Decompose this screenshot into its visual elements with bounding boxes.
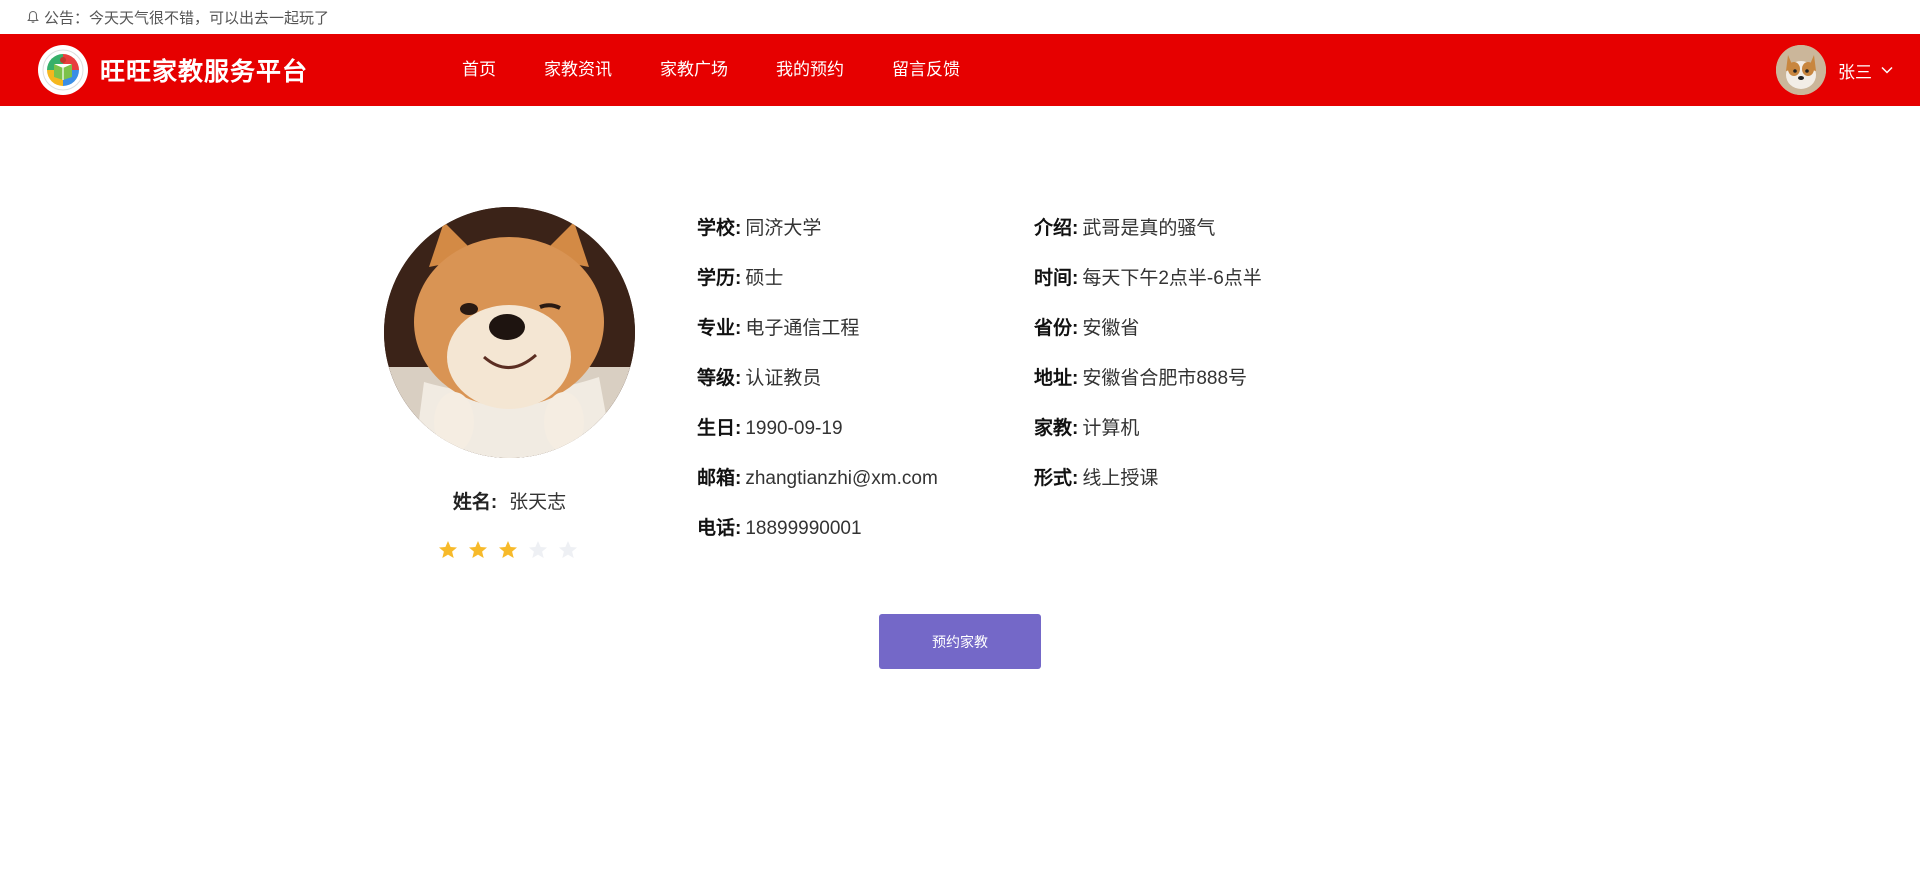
user-name: 张三 — [1838, 62, 1872, 82]
field-value: 武哥是真的骚气 — [1082, 218, 1216, 239]
nav-tutor-square[interactable]: 家教广场 — [636, 34, 752, 106]
tutor-name: 张天志 — [509, 492, 567, 513]
field-label: 地址: — [1034, 368, 1079, 389]
tutor-name-row: 姓名: 张天志 — [384, 487, 635, 514]
star-icon[interactable] — [493, 536, 523, 562]
field-value: 电子通信工程 — [745, 318, 860, 339]
avatar — [1776, 45, 1826, 95]
star-icon[interactable] — [433, 536, 463, 562]
info-birthday: 生日: 1990-09-19 — [697, 413, 938, 463]
field-label: 学历: — [697, 268, 742, 289]
field-value: 线上授课 — [1082, 468, 1159, 489]
field-value: 同济大学 — [745, 218, 822, 239]
info-column-right: 介绍: 武哥是真的骚气 时间: 每天下午2点半-6点半 省份: 安徽省 地址: 安徽省合… — [1034, 213, 1262, 513]
brand[interactable]: 旺旺家教服务平台 — [38, 45, 308, 95]
nav-home[interactable]: 首页 — [438, 34, 520, 106]
field-value: 认证教员 — [745, 368, 822, 389]
rating-stars — [433, 536, 583, 562]
field-label: 等级: — [697, 368, 742, 389]
tutor-photo — [384, 207, 635, 458]
field-value: 硕士 — [745, 268, 784, 289]
bell-icon — [26, 10, 40, 24]
star-icon[interactable] — [463, 536, 493, 562]
info-subject: 家教: 计算机 — [1034, 413, 1262, 463]
field-label: 学校: — [697, 218, 742, 239]
info-degree: 学历: 硕士 — [697, 263, 938, 313]
field-label: 生日: — [697, 418, 742, 439]
field-value: 计算机 — [1082, 418, 1140, 439]
name-label: 姓名: — [452, 492, 498, 513]
main-menu: 首页 家教资讯 家教广场 我的预约 留言反馈 — [438, 34, 984, 106]
info-column-left: 学校: 同济大学 学历: 硕士 专业: 电子通信工程 等级: 认证教员 生日: 1990-… — [697, 213, 938, 563]
field-label: 时间: — [1034, 268, 1079, 289]
info-address: 地址: 安徽省合肥市888号 — [1034, 363, 1262, 413]
info-province: 省份: 安徽省 — [1034, 313, 1262, 363]
field-value: zhangtianzhi@xm.com — [745, 468, 938, 489]
nav-tutor-news[interactable]: 家教资讯 — [520, 34, 636, 106]
nav-feedback[interactable]: 留言反馈 — [868, 34, 984, 106]
brand-name: 旺旺家教服务平台 — [100, 58, 309, 86]
notice-bar: 公告：今天天气很不错，可以出去一起玩了 — [0, 0, 1920, 34]
info-level: 等级: 认证教员 — [697, 363, 938, 413]
chevron-down-icon — [1880, 63, 1894, 77]
field-label: 形式: — [1034, 468, 1079, 489]
info-major: 专业: 电子通信工程 — [697, 313, 938, 363]
info-time: 时间: 每天下午2点半-6点半 — [1034, 263, 1262, 313]
star-icon[interactable] — [553, 536, 583, 562]
info-intro: 介绍: 武哥是真的骚气 — [1034, 213, 1262, 263]
star-icon[interactable] — [523, 536, 553, 562]
field-value: 每天下午2点半-6点半 — [1082, 268, 1262, 289]
info-school: 学校: 同济大学 — [697, 213, 938, 263]
top-navbar: 旺旺家教服务平台 首页 家教资讯 家教广场 我的预约 留言反馈 张三 — [0, 34, 1920, 106]
field-value: 安徽省合肥市888号 — [1082, 368, 1248, 389]
notice-text: 公告：今天天气很不错，可以出去一起玩了 — [44, 9, 330, 27]
field-label: 家教: — [1034, 418, 1079, 439]
info-mode: 形式: 线上授课 — [1034, 463, 1262, 513]
field-label: 邮箱: — [697, 468, 742, 489]
field-label: 电话: — [697, 518, 742, 539]
field-label: 省份: — [1034, 318, 1079, 339]
nav-my-bookings[interactable]: 我的预约 — [752, 34, 868, 106]
field-label: 介绍: — [1034, 218, 1079, 239]
user-menu[interactable]: 张三 — [1776, 45, 1894, 95]
book-tutor-button[interactable]: 预约家教 — [879, 614, 1041, 669]
field-value: 安徽省 — [1082, 318, 1140, 339]
info-phone: 电话: 18899990001 — [697, 513, 938, 563]
logo-icon — [38, 45, 88, 95]
info-email: 邮箱: zhangtianzhi@xm.com — [697, 463, 938, 513]
field-value: 1990-09-19 — [745, 418, 843, 439]
field-value: 18899990001 — [745, 518, 862, 539]
field-label: 专业: — [697, 318, 742, 339]
